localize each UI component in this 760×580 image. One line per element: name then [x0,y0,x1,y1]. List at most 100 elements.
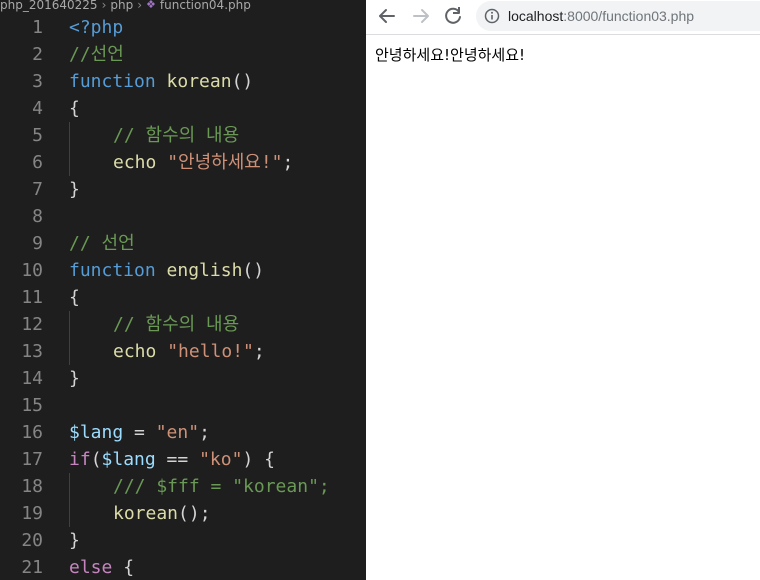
code-token: $lang [101,449,156,470]
code-token: echo [113,152,157,173]
arrow-right-icon [413,9,429,23]
code-editor: php_201640225 › php › ❖ function04.php 1 <?php… [0,0,366,580]
code-token: ) { [242,449,275,470]
code-token: // 함수의 내용 [113,125,240,146]
code-token: "en" [155,422,200,443]
code-token: { [112,557,135,578]
code-token: ; [199,422,210,443]
line-number: 19 [21,503,43,524]
line-number: 8 [32,206,43,227]
code-token: function [69,260,156,281]
code-token: <?php [69,17,124,38]
code-token: ; [282,152,294,173]
breadcrumb: php_201640225 › php › ❖ function04.php [0,0,366,13]
php-file-icon: ❖ [146,0,156,11]
line-content: function korean() [69,68,253,95]
code-token: () [231,71,254,92]
line-content: } [69,527,80,554]
breadcrumb-folder[interactable]: php_201640225 [0,0,98,12]
line-content: if($lang == "ko") { [69,446,275,473]
page-output-text: 안녕하세요!안녕하세요! [375,46,526,64]
code-token: ; [253,341,265,362]
url-path: :8000/function03.php [563,8,695,24]
line-content: // 선언 [69,230,135,257]
line-number: 21 [21,557,43,578]
line-content: // 함수의 내용 [69,122,239,149]
line-content: echo "hello!"; [69,338,265,365]
line-number: 16 [21,422,43,443]
code-token: // 선언 [69,233,135,254]
code-token: "ko" [199,449,243,470]
code-token: ( [90,449,102,470]
line-content: // 함수의 내용 [69,311,239,338]
code-token: "안녕하세요!" [167,152,283,173]
code-token: () [242,260,265,281]
address-bar[interactable]: localhost:8000/function03.php [476,1,760,31]
info-icon[interactable] [484,8,500,24]
line-content: /// $fff = "korean"; [69,473,330,500]
code-token: "hello!" [167,341,254,362]
url-host: localhost [508,8,564,24]
line-content: function english() [69,257,264,284]
line-content: //선언 [69,41,124,68]
line-content: } [69,365,80,392]
line-content: $lang = "en"; [69,419,210,446]
line-content: else { [69,554,134,580]
back-button[interactable] [376,5,398,27]
line-number: 17 [21,449,43,470]
code-token: //선언 [69,44,124,65]
line-content: { [69,284,80,311]
code-token: if [69,449,91,470]
code-token: else [69,557,113,578]
code-token: echo [113,341,157,362]
browser-toolbar: localhost:8000/function03.php [366,0,760,35]
line-number: 10 [21,260,43,281]
line-content: { [69,95,80,122]
line-number: 15 [21,395,43,416]
line-number: 13 [21,341,43,362]
arrow-left-icon [379,9,395,23]
chevron-right-icon: › [137,0,143,12]
breadcrumb-file[interactable]: function04.php [160,0,251,12]
code-token: korean [166,71,232,92]
code-token: = [123,422,156,443]
code-token: == [155,449,200,470]
line-number: 1 [32,17,43,38]
url-text[interactable]: localhost:8000/function03.php [508,1,694,31]
code-token: /// $fff = "korean"; [113,476,330,497]
code-token: // 함수의 내용 [113,314,240,335]
code-token: { [69,98,80,119]
line-content: echo "안녕하세요!"; [69,149,293,176]
code-token: korean [113,503,179,524]
line-number: 20 [21,530,43,551]
code-token: { [69,287,80,308]
breadcrumb-subfolder[interactable]: php [110,0,133,12]
line-number: 12 [21,314,43,335]
code-token: english [166,260,243,281]
line-number: 5 [32,125,43,146]
forward-button[interactable] [410,5,432,27]
code-token: } [69,179,80,200]
line-number: 2 [32,44,43,65]
chevron-right-icon: › [101,0,107,12]
line-content: } [69,176,80,203]
reload-icon [445,7,461,24]
line-number: 14 [21,368,43,389]
code-token: $lang [69,422,124,443]
code-token: function [69,71,156,92]
code-token: } [69,368,80,389]
browser-window: localhost:8000/function03.php 안녕하세요!안녕하세… [366,0,760,580]
reload-button[interactable] [442,5,464,27]
line-number: 18 [21,476,43,497]
line-number: 3 [32,71,43,92]
line-number: 7 [32,179,43,200]
line-number: 11 [21,287,43,308]
code-token: (); [178,503,211,524]
line-number: 4 [32,98,43,119]
code-token: } [69,530,80,551]
line-content: korean(); [69,500,211,527]
